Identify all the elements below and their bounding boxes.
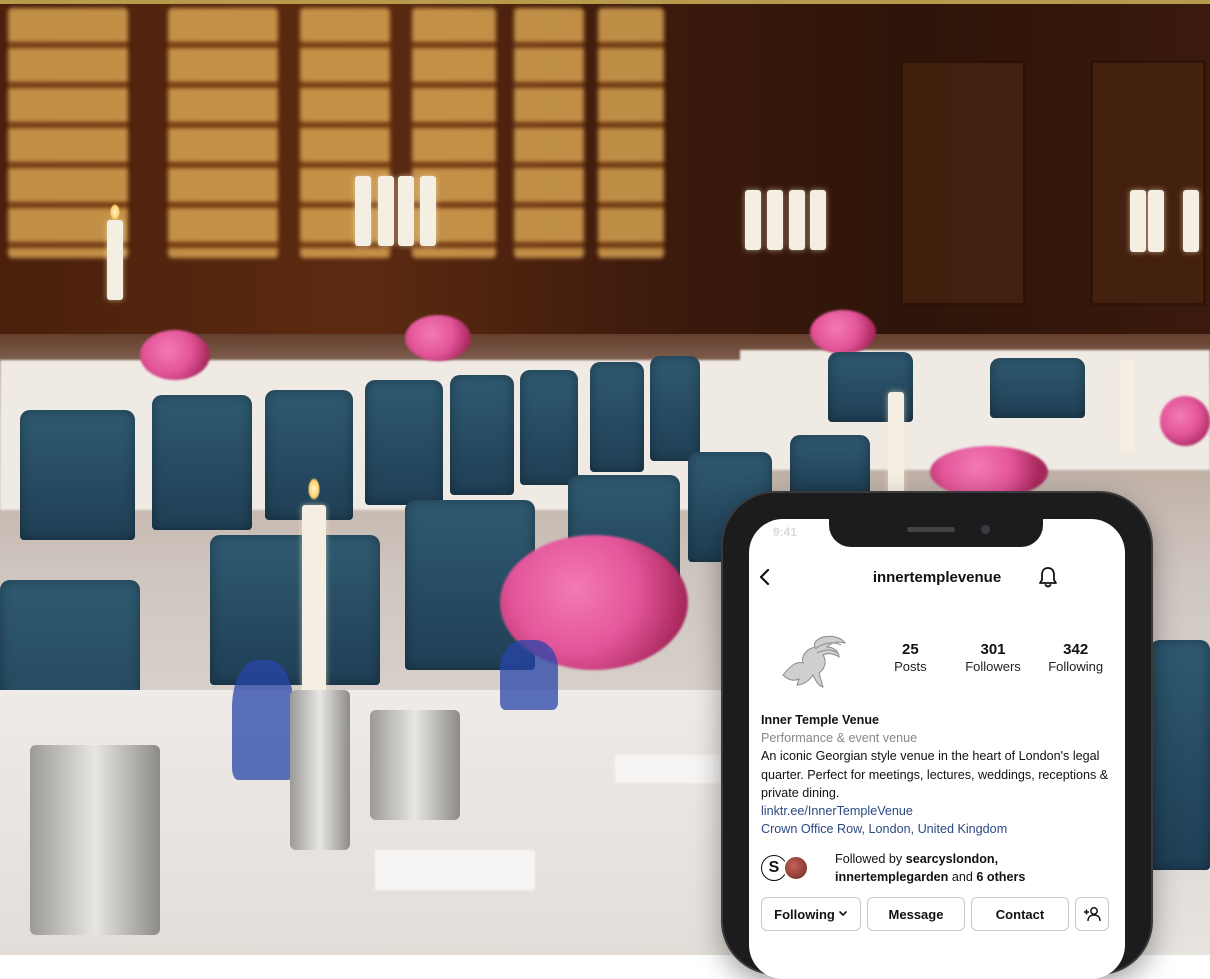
followers-label: Followers [965, 659, 1021, 674]
add-person-icon[interactable] [1075, 897, 1109, 931]
profile-actions: Following Message Contact [761, 897, 1111, 931]
chair [1150, 640, 1210, 870]
followed-by-and: and [951, 870, 973, 884]
silver-candlestick [290, 690, 350, 850]
following-button[interactable]: Following [761, 897, 861, 931]
speaker-grille [907, 527, 955, 532]
posts-label: Posts [894, 659, 927, 674]
profile-location[interactable]: Crown Office Row, London, United Kingdom [761, 820, 1111, 838]
followed-by[interactable]: S Followed by searcyslondon, innertemple… [761, 849, 1111, 889]
chair [520, 370, 578, 485]
wood-panel [1090, 60, 1206, 306]
bio-text: An iconic Georgian style venue in the he… [761, 749, 1109, 800]
smartphone: 9:41 innertemplevenue 25 Posts 301 Follo… [723, 493, 1151, 979]
follower-avatar-garden [783, 855, 809, 881]
chair [650, 356, 700, 461]
chair [210, 535, 380, 685]
pegasus-logo [782, 635, 847, 688]
front-camera [981, 525, 990, 534]
candle [1183, 190, 1199, 252]
follower-name-2: innertemplegarden [835, 870, 949, 884]
blue-goblet [500, 640, 558, 710]
chair [265, 390, 353, 520]
profile-header: innertemplevenue [749, 563, 1125, 593]
candle-flame [110, 204, 120, 220]
followers-count: 301 [980, 641, 1006, 658]
following-label: Following [1048, 659, 1104, 674]
silver-jug [30, 745, 160, 935]
following-count: 342 [1063, 641, 1089, 658]
flower-arrangement [405, 315, 471, 361]
candle [420, 176, 436, 246]
candle-flame [308, 478, 320, 500]
silver-cruet [370, 710, 460, 820]
blue-goblet [232, 660, 294, 780]
lit-bookshelf [514, 8, 584, 258]
contact-button[interactable]: Contact [971, 897, 1069, 931]
flower-arrangement [140, 330, 210, 380]
bell-icon[interactable] [1037, 565, 1059, 589]
chair [790, 435, 870, 495]
chair [20, 410, 135, 540]
candle [888, 392, 904, 492]
stat-following[interactable]: 342 Following [1034, 641, 1117, 681]
candle [767, 190, 783, 250]
profile-category: Performance & event venue [761, 731, 918, 746]
candle [398, 176, 414, 246]
follower-name-1: searcyslondon, [905, 852, 999, 866]
instagram-profile-screen: 9:41 innertemplevenue 25 Posts 301 Follo… [749, 519, 1125, 979]
profile-username[interactable]: innertemplevenue [749, 569, 1125, 586]
bio-link[interactable]: linktr.ee/InnerTempleVenue [761, 802, 1111, 820]
lit-bookshelf [168, 8, 278, 258]
phone-notch [829, 519, 1043, 547]
gold-frame-edge [0, 0, 1210, 4]
chair [450, 375, 514, 495]
candle [107, 220, 123, 300]
stat-followers[interactable]: 301 Followers [952, 641, 1035, 681]
chevron-down-icon [839, 911, 847, 917]
posts-count: 25 [901, 641, 919, 658]
display-name: Inner Temple Venue [761, 713, 880, 727]
following-button-label: Following [774, 906, 835, 922]
folded-napkin [615, 755, 720, 783]
candle [745, 190, 761, 250]
message-button-label: Message [888, 906, 944, 922]
profile-bio: Inner Temple Venue Performance & event v… [761, 711, 1111, 838]
followed-by-others: 6 others [976, 870, 1026, 884]
message-button[interactable]: Message [867, 897, 965, 931]
lit-bookshelf [300, 8, 390, 258]
tall-candle [302, 505, 326, 695]
status-bar-time: 9:41 [773, 525, 798, 539]
chair [152, 395, 252, 530]
flower-arrangement [810, 310, 876, 354]
wood-panel [900, 60, 1026, 306]
followed-by-prefix: Followed by [835, 852, 903, 866]
candle [810, 190, 826, 250]
chair [590, 362, 644, 472]
candle [378, 176, 394, 246]
candle [355, 176, 371, 246]
profile-avatar[interactable] [771, 623, 851, 703]
followed-by-text: Followed by searcyslondon, innertemplega… [835, 850, 1025, 886]
flower-arrangement [930, 446, 1048, 498]
candle [1120, 360, 1134, 452]
chair [990, 358, 1085, 418]
candle [789, 190, 805, 250]
stat-posts[interactable]: 25 Posts [869, 641, 952, 681]
contact-button-label: Contact [995, 906, 1045, 922]
profile-stats: 25 Posts 301 Followers 342 Following [869, 641, 1117, 681]
chair [365, 380, 443, 505]
lit-bookshelf [598, 8, 664, 258]
candle [1148, 190, 1164, 252]
candle [1130, 190, 1146, 252]
folded-napkin [375, 850, 535, 890]
flower-arrangement [1160, 396, 1210, 446]
